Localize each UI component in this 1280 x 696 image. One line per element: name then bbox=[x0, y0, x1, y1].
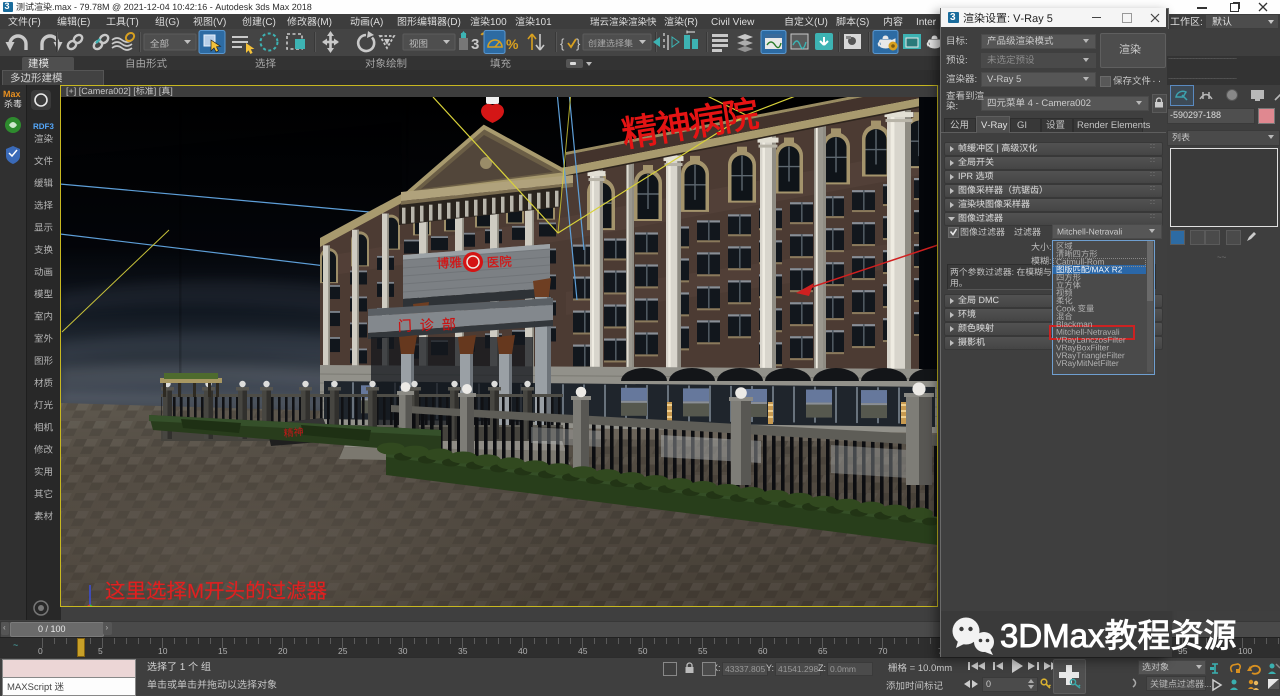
svg-text:{: { bbox=[560, 36, 565, 51]
svg-text:3: 3 bbox=[471, 36, 479, 53]
svg-text:}: } bbox=[576, 36, 581, 51]
svg-text:%: % bbox=[506, 36, 519, 52]
